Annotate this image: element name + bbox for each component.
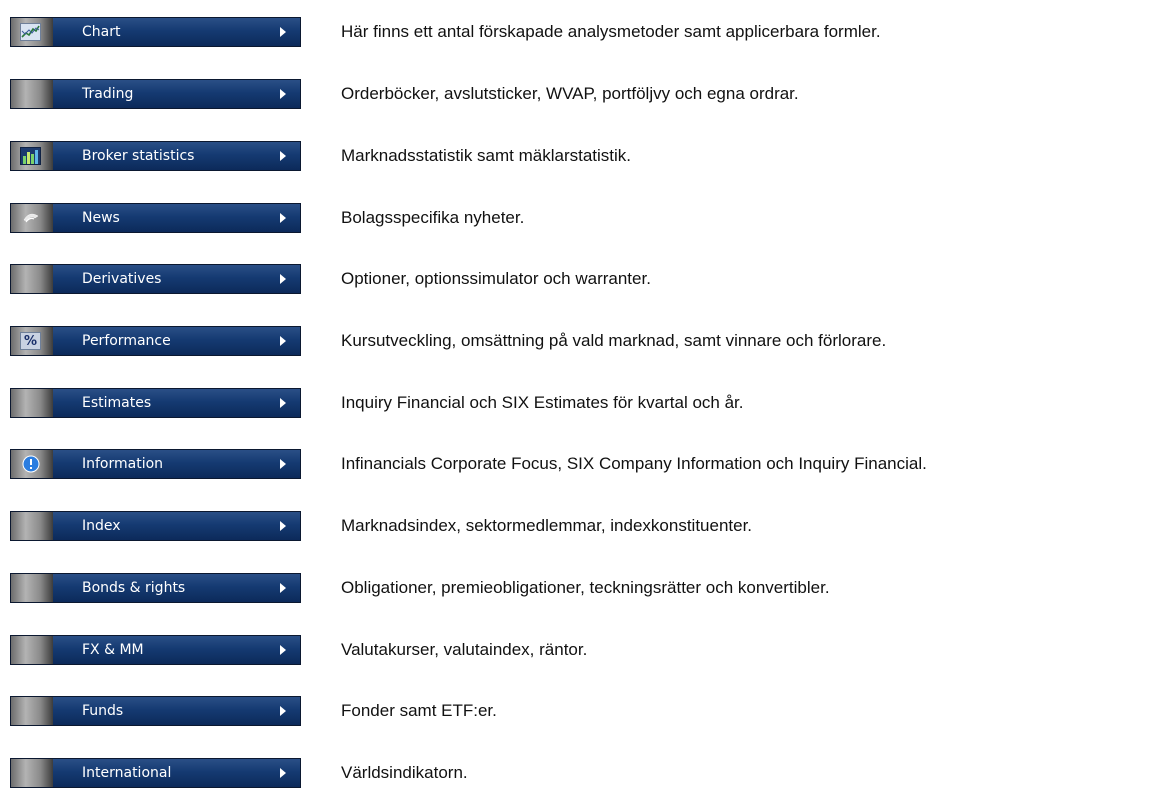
menu-row-index: Index Marknadsindex, sektormedlemmar, ind… bbox=[0, 494, 1172, 558]
news-icon bbox=[20, 209, 41, 227]
menu-description: Infinancials Corporate Focus, SIX Compan… bbox=[341, 454, 927, 473]
menu-button-fx-and-mm[interactable]: FX & MM bbox=[10, 635, 301, 665]
chevron-right-icon bbox=[280, 706, 286, 716]
info-icon bbox=[20, 455, 41, 473]
menu-description: Inquiry Financial och SIX Estimates för … bbox=[341, 393, 744, 412]
menu-row-trading: Trading Orderböcker, avslutsticker, WVAP,… bbox=[0, 62, 1172, 126]
menu-row-estimates: Estimates Inquiry Financial och SIX Estim… bbox=[0, 371, 1172, 435]
menu-row-bonds-and-rights: Bonds & rights Obligationer, premieobliga… bbox=[0, 556, 1172, 620]
menu-row-funds: Funds Fonder samt ETF:er. bbox=[0, 679, 1172, 743]
menu-button-label: Broker statistics bbox=[82, 148, 195, 164]
menu-button-label: Trading bbox=[82, 86, 134, 102]
menu-button-label: Estimates bbox=[82, 395, 152, 411]
menu-button-label: News bbox=[82, 210, 120, 226]
menu-row-performance: % Performance Kursutveckling, omsättning p… bbox=[0, 309, 1172, 373]
menu-button-label: Funds bbox=[82, 703, 124, 719]
button-grip bbox=[11, 512, 53, 540]
menu-button-label: Chart bbox=[82, 24, 121, 40]
button-grip bbox=[11, 697, 53, 725]
menu-button-index[interactable]: Index bbox=[10, 511, 301, 541]
menu-button-chart[interactable]: Chart bbox=[10, 17, 301, 47]
menu-row-chart: Chart Här finns ett antal förskapade anal… bbox=[0, 0, 1172, 64]
button-grip bbox=[11, 80, 53, 108]
chevron-right-icon bbox=[280, 459, 286, 469]
menu-button-bonds-and-rights[interactable]: Bonds & rights bbox=[10, 573, 301, 603]
menu-row-international: International Världsindikatorn. bbox=[0, 741, 1172, 805]
menu-button-label: Index bbox=[82, 518, 121, 534]
chevron-right-icon bbox=[280, 274, 286, 284]
menu-button-label: Derivatives bbox=[82, 271, 162, 287]
menu-row-information: Information Infinancials Corporate Focus,… bbox=[0, 432, 1172, 496]
menu-button-performance[interactable]: % Performance bbox=[10, 326, 301, 356]
menu-row-broker-statistics: Broker statistics Marknadsstatistik samt … bbox=[0, 124, 1172, 188]
chevron-right-icon bbox=[280, 27, 286, 37]
button-grip bbox=[11, 636, 53, 664]
menu-button-label: International bbox=[82, 765, 172, 781]
menu-description: Marknadsindex, sektormedlemmar, indexkon… bbox=[341, 516, 753, 535]
percent-icon: % bbox=[20, 332, 41, 350]
chevron-right-icon bbox=[280, 336, 286, 346]
menu-button-broker-statistics[interactable]: Broker statistics bbox=[10, 141, 301, 171]
menu-row-news: News Bolagsspecifika nyheter. bbox=[0, 186, 1172, 250]
chevron-right-icon bbox=[280, 213, 286, 223]
menu-button-label: Information bbox=[82, 456, 164, 472]
menu-button-derivatives[interactable]: Derivatives bbox=[10, 264, 301, 294]
menu-button-international[interactable]: International bbox=[10, 758, 301, 788]
menu-button-label: FX & MM bbox=[82, 642, 144, 658]
menu-description: Optioner, optionssimulator och warranter… bbox=[341, 269, 651, 288]
chevron-right-icon bbox=[280, 89, 286, 99]
menu-list: Chart Här finns ett antal förskapade anal… bbox=[0, 0, 1172, 788]
menu-description: Marknadsstatistik samt mäklarstatistik. bbox=[341, 146, 632, 165]
menu-button-estimates[interactable]: Estimates bbox=[10, 388, 301, 418]
chevron-right-icon bbox=[280, 583, 286, 593]
menu-description: Valutakurser, valutaindex, räntor. bbox=[341, 640, 588, 659]
menu-button-label: Performance bbox=[82, 333, 171, 349]
menu-button-label: Bonds & rights bbox=[82, 580, 186, 596]
menu-description: Bolagsspecifika nyheter. bbox=[341, 208, 525, 227]
bar-chart-icon bbox=[20, 147, 41, 165]
button-grip bbox=[11, 759, 53, 787]
button-grip bbox=[11, 574, 53, 602]
menu-description: Orderböcker, avslutsticker, WVAP, portfö… bbox=[341, 84, 799, 103]
menu-row-derivatives: Derivatives Optioner, optionssimulator oc… bbox=[0, 247, 1172, 311]
menu-button-funds[interactable]: Funds bbox=[10, 696, 301, 726]
chevron-right-icon bbox=[280, 521, 286, 531]
menu-description: Obligationer, premieobligationer, teckni… bbox=[341, 578, 830, 597]
menu-description: Världsindikatorn. bbox=[341, 763, 468, 782]
chevron-right-icon bbox=[280, 768, 286, 778]
chevron-right-icon bbox=[280, 151, 286, 161]
menu-button-trading[interactable]: Trading bbox=[10, 79, 301, 109]
menu-description: Fonder samt ETF:er. bbox=[341, 701, 497, 720]
chart-icon bbox=[20, 23, 41, 41]
button-grip bbox=[11, 389, 53, 417]
menu-description: Kursutveckling, omsättning på vald markn… bbox=[341, 331, 887, 350]
menu-button-information[interactable]: Information bbox=[10, 449, 301, 479]
menu-button-news[interactable]: News bbox=[10, 203, 301, 233]
menu-row-fx-and-mm: FX & MM Valutakurser, valutaindex, räntor… bbox=[0, 618, 1172, 682]
button-grip bbox=[11, 265, 53, 293]
menu-description: Här finns ett antal förskapade analysmet… bbox=[341, 22, 881, 41]
chevron-right-icon bbox=[280, 398, 286, 408]
chevron-right-icon bbox=[280, 645, 286, 655]
